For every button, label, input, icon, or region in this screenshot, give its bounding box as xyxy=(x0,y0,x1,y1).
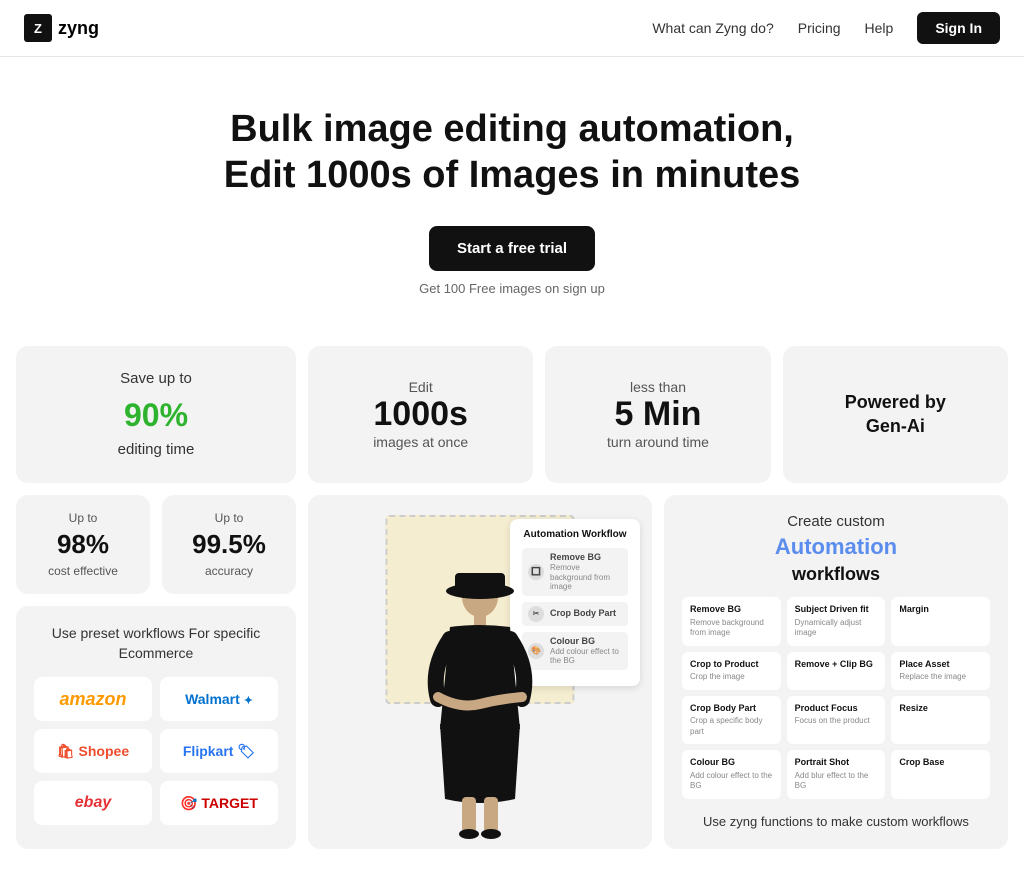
less-sub: turn around time xyxy=(607,434,709,450)
stat-accuracy: Up to 99.5% accuracy xyxy=(162,495,296,594)
less-label: less than xyxy=(630,379,686,395)
hero-subtitle: Get 100 Free images on sign up xyxy=(419,281,605,296)
nav-link-pricing[interactable]: Pricing xyxy=(798,20,841,36)
save-prefix: Save up to xyxy=(120,368,192,391)
save-suffix: editing time xyxy=(118,439,195,462)
card-powered: Powered by Gen-Ai xyxy=(783,346,1008,483)
func-place-asset: Place Asset Replace the image xyxy=(891,652,990,690)
save-percent: 90% xyxy=(124,391,188,439)
accuracy-up: Up to xyxy=(178,511,280,525)
func-crop-product: Crop to Product Crop the image xyxy=(682,652,781,690)
workflow-title: Automation Workflow xyxy=(522,529,628,540)
nav-link-what[interactable]: What can Zyng do? xyxy=(652,20,773,36)
header: Z zyng What can Zyng do? Pricing Help Si… xyxy=(0,0,1024,57)
nav: What can Zyng do? Pricing Help Sign In xyxy=(652,12,1000,44)
edit-sub: images at once xyxy=(373,434,468,450)
hero-heading: Bulk image editing automation, Edit 1000… xyxy=(20,107,1004,198)
func-remove-clip: Remove + Clip BG xyxy=(787,652,886,690)
brand-shopee: 🛍 Shopee xyxy=(34,729,152,773)
signin-button[interactable]: Sign In xyxy=(917,12,1000,44)
cost-label: cost effective xyxy=(32,564,134,578)
workflows-word: workflows xyxy=(682,564,990,585)
card-edit: Edit 1000s images at once xyxy=(308,346,533,483)
trial-button[interactable]: Start a free trial xyxy=(429,226,595,271)
create-custom-label: Create custom xyxy=(682,513,990,530)
stat-cost: Up to 98% cost effective xyxy=(16,495,150,594)
func-resize: Resize xyxy=(891,696,990,744)
logo: Z zyng xyxy=(24,14,99,42)
brand-target: 🎯 TARGET xyxy=(160,781,278,825)
brand-amazon: amazon xyxy=(34,677,152,721)
bottom-row: Up to 98% cost effective Up to 99.5% acc… xyxy=(16,495,1008,849)
func-subject: Subject Driven fit Dynamically adjust im… xyxy=(787,597,886,645)
wf-label-1: Remove BG Remove background from image xyxy=(550,552,622,592)
ecommerce-card: Use preset workflows For specific Ecomme… xyxy=(16,606,296,849)
stats-row: Up to 98% cost effective Up to 99.5% acc… xyxy=(16,495,296,594)
brand-ebay: ebay xyxy=(34,781,152,825)
func-crop-base: Crop Base xyxy=(891,750,990,798)
logo-icon: Z xyxy=(24,14,52,42)
brand-grid: amazon Walmart ✦ 🛍 Shopee Flipkart 🏷 eba… xyxy=(34,677,278,825)
edit-big: 1000s xyxy=(373,395,468,434)
nav-link-help[interactable]: Help xyxy=(865,20,894,36)
hero-section: Bulk image editing automation, Edit 1000… xyxy=(0,57,1024,326)
cost-pct: 98% xyxy=(32,529,134,560)
func-colour-bg: Colour BG Add colour effect to the BG xyxy=(682,750,781,798)
func-portrait: Portrait Shot Add blur effect to the BG xyxy=(787,750,886,798)
wf-label-3: Colour BG Add colour effect to the BG xyxy=(550,636,622,666)
right-column: Create custom Automation workflows Remov… xyxy=(664,495,1008,849)
content-area: Save up to 90% editing time Edit 1000s i… xyxy=(0,326,1024,869)
powered-line1: Powered by xyxy=(845,391,946,414)
top-row: Save up to 90% editing time Edit 1000s i… xyxy=(16,346,1008,483)
automation-word: Automation xyxy=(682,534,990,560)
edit-label: Edit xyxy=(409,379,433,395)
function-grid: Remove BG Remove background from image S… xyxy=(682,597,990,798)
func-margin: Margin xyxy=(891,597,990,645)
center-image-panel: Automation Workflow 🔲 Remove BG Remove b… xyxy=(308,495,652,849)
brand-walmart: Walmart ✦ xyxy=(160,677,278,721)
brand-flipkart: Flipkart 🏷 xyxy=(160,729,278,773)
func-product-focus: Product Focus Focus on the product xyxy=(787,696,886,744)
right-bottom-text: Use zyng functions to make custom workfl… xyxy=(682,813,990,831)
ecom-title: Use preset workflows For specific Ecomme… xyxy=(34,624,278,663)
left-column: Up to 98% cost effective Up to 99.5% acc… xyxy=(16,495,296,849)
func-crop-body: Crop Body Part Crop a specific body part xyxy=(682,696,781,744)
cost-up: Up to xyxy=(32,511,134,525)
fashion-figure-svg xyxy=(400,569,560,849)
card-save-time: Save up to 90% editing time xyxy=(16,346,296,483)
logo-text: zyng xyxy=(58,18,99,39)
card-less: less than 5 Min turn around time xyxy=(545,346,770,483)
accuracy-label: accuracy xyxy=(178,564,280,578)
less-big: 5 Min xyxy=(615,395,702,434)
hero-cta: Start a free trial Get 100 Free images o… xyxy=(20,226,1004,296)
powered-line2: Gen-Ai xyxy=(866,415,925,438)
func-removebg: Remove BG Remove background from image xyxy=(682,597,781,645)
accuracy-pct: 99.5% xyxy=(178,529,280,560)
